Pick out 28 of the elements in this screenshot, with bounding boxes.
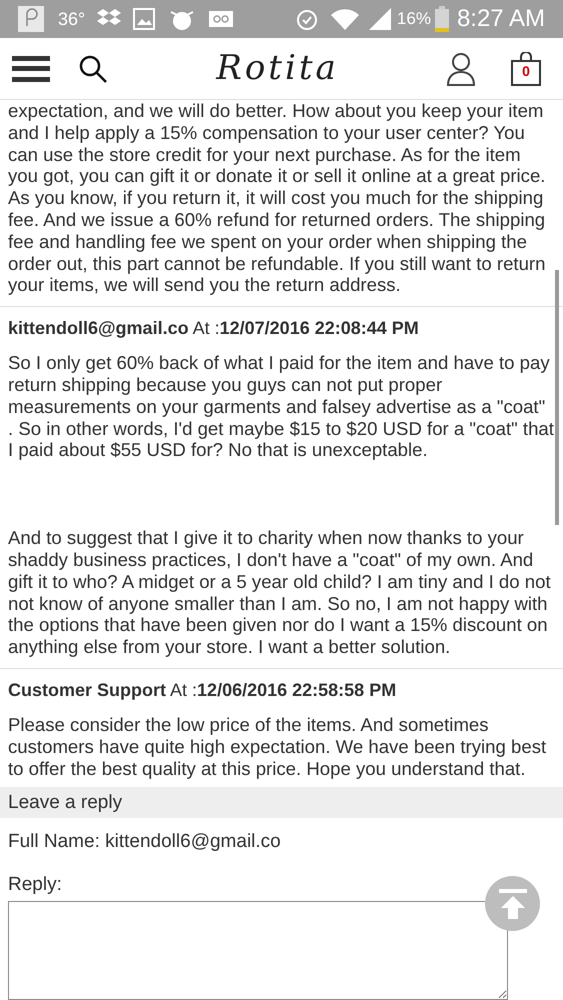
comment-text: And to suggest that I give it to charity when now thanks to your shaddy business practices, I don't have a "coat" of my own. And gift it to who? A midget or a 5 year old child? I am tiny and I do not not know of anyone smaller than I am. So no, I am not happy with the options that have been given nor do I want a 15% discount on anything else from your store. I want a better solution. <box>8 527 552 658</box>
search-icon[interactable] <box>78 54 108 84</box>
reply-label: Reply: <box>7 872 63 897</box>
image-icon <box>133 8 156 30</box>
signal-icon <box>368 8 391 30</box>
comment-text: expectation, and we will do better. How about you keep your item and I help apply a 15% compensation to your user center? You can use the store credit for your next purchase. As for the item you got, you can gift it or donate it or sell it online at a great price. As you know, if you return it, it will cost you much for the shipping fee. And we issue a 60% refund for returned orders. The shipping fee and handling fee we spent on your order when shipping the order out, this part cannot be refundable. If you still want to return your items, we will send you the return address. <box>8 100 546 296</box>
account-icon[interactable] <box>447 52 475 86</box>
temperature-text: 36° <box>58 8 86 30</box>
comment-header: kittendoll6@gmail.co At :12/07/2016 22:08:44 PM <box>8 317 420 340</box>
comment-header: Customer Support At :12/06/2016 22:58:58 PM <box>8 678 398 702</box>
app-icon <box>18 6 44 32</box>
comment-text: So I only get 60% back of what I paid for the item and have to pay return shipping because you guys can not put proper measurements on your garments and falsey advertise as a "coat" . So in other words, I'd get maybe $15 to $20 USD for a "coat" that I paid about $55 USD for? No that is unexceptable. <box>8 352 555 462</box>
alarm-icon <box>294 7 319 31</box>
wifi-icon <box>330 8 359 30</box>
bag-icon <box>511 52 541 86</box>
site-logo[interactable]: Rotita <box>216 43 339 94</box>
reply-section-header: Leave a reply <box>0 787 563 818</box>
reply-input[interactable] <box>8 901 508 1000</box>
cart-count: 0 <box>522 64 530 78</box>
voicemail-icon <box>209 11 234 27</box>
clock-time: 8:27 AM <box>456 4 545 34</box>
menu-icon[interactable] <box>12 56 50 82</box>
comment-text: Please consider the low price of the items. And sometimes customers have quite high expectation. We have been trying best to offer the best quality at this price. Hope you understand that. <box>8 714 548 780</box>
full-name-text: Full Name: kittendoll6@gmail.co <box>7 830 282 854</box>
cart-button[interactable]: 0 <box>511 52 541 86</box>
battery-icon <box>434 6 449 32</box>
arrow-up-icon <box>498 888 526 918</box>
battery-percent: 16% <box>396 8 431 30</box>
